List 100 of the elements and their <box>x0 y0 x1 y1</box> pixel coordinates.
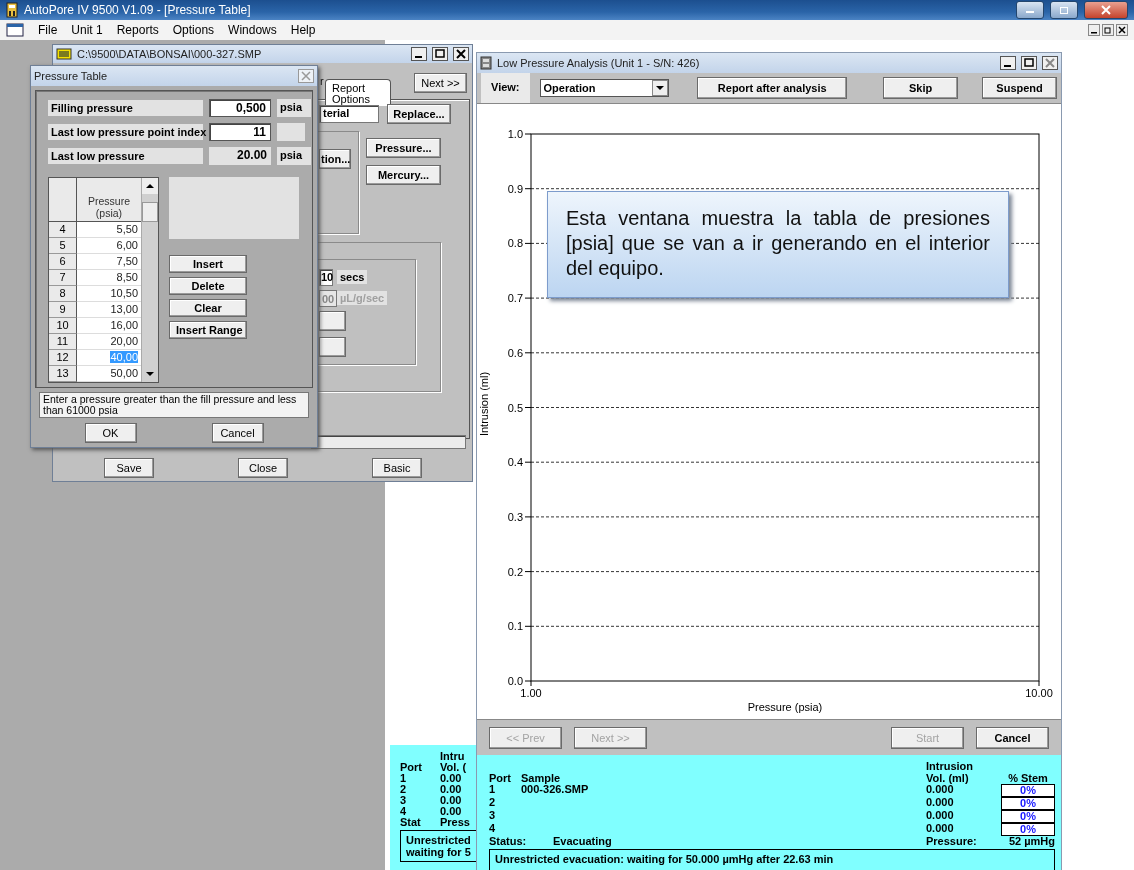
nav-button[interactable]: Cancel <box>976 726 1049 749</box>
tick-label: 0.9 <box>507 182 523 195</box>
port-number: 3 <box>400 795 408 806</box>
restore-button[interactable] <box>1102 24 1114 36</box>
column-header: Vol. ( <box>440 762 468 773</box>
sample-name: 000-326.SMP <box>521 784 590 797</box>
volume-value: 0.00 <box>440 773 463 784</box>
close-button[interactable] <box>1042 56 1058 70</box>
row-number: 12 <box>49 350 77 366</box>
report-options-tab[interactable]: Report Options <box>325 79 391 106</box>
close-icon <box>1101 5 1111 15</box>
row-number: 13 <box>49 366 77 382</box>
stem-field: 0% <box>1001 823 1055 836</box>
text-field[interactable] <box>311 435 466 449</box>
close-button[interactable] <box>1116 24 1128 36</box>
mercury-button[interactable]: Mercury... <box>366 165 441 185</box>
value-field[interactable]: 0,500 <box>209 99 271 117</box>
close-button[interactable] <box>453 47 469 61</box>
menu-item[interactable]: Help <box>290 23 316 37</box>
port-number: 4 <box>489 823 497 836</box>
column-header: Intrusion Vol. (ml) <box>926 761 975 784</box>
replace-button[interactable]: Replace... <box>387 104 451 124</box>
volume-value: 0.000 <box>926 797 955 810</box>
axis-title: Intrusion (ml) <box>478 371 490 437</box>
minimize-button[interactable] <box>1088 24 1100 36</box>
volume-value: 0.00 <box>440 784 463 795</box>
scrollbar[interactable] <box>141 178 158 382</box>
minimize-button[interactable] <box>1000 56 1016 70</box>
unit-label: psia <box>277 147 311 165</box>
column-header: Port <box>400 762 423 773</box>
port-number: 4 <box>400 806 408 817</box>
axis-title: Pressure (psia) <box>747 701 823 713</box>
menu-item[interactable]: Reports <box>116 23 159 37</box>
menu-item[interactable]: File <box>38 23 58 37</box>
tick-label: 1.00 <box>520 687 542 699</box>
scroll-up-icon[interactable] <box>142 178 158 194</box>
row-number: 8 <box>49 286 77 302</box>
action-button[interactable]: Delete <box>169 277 247 295</box>
window-button[interactable]: Save <box>104 458 154 478</box>
toolbar-button[interactable]: Skip <box>883 77 959 99</box>
menu-item[interactable]: Options <box>172 23 215 37</box>
scroll-thumb[interactable] <box>142 202 158 222</box>
row-number: 11 <box>49 334 77 350</box>
tick-label: 0.3 <box>507 510 523 523</box>
action-button[interactable]: Insert <box>169 255 247 273</box>
volume-value: 0.000 <box>926 784 954 797</box>
row-number: 5 <box>49 238 77 254</box>
close-button[interactable] <box>1084 1 1128 19</box>
restore-button[interactable] <box>1050 1 1078 19</box>
time-field[interactable]: 10 <box>319 269 333 286</box>
column-header: Port <box>489 772 512 784</box>
volume-value: 0.00 <box>440 806 463 817</box>
unit-label: secs <box>337 270 368 284</box>
material-field[interactable]: terial <box>319 105 379 123</box>
value-field[interactable]: 11 <box>209 123 271 141</box>
tick-label: 0.2 <box>507 565 523 578</box>
pressure-label: Press <box>440 817 471 828</box>
minimize-button[interactable] <box>1016 1 1044 19</box>
unit-label: µL/g/sec <box>337 291 388 305</box>
document-icon <box>6 23 24 37</box>
view-label: View: <box>481 73 530 103</box>
action-button[interactable]: Insert Range <box>169 321 247 339</box>
menu-item[interactable]: Windows <box>228 23 277 37</box>
app-title: AutoPore IV 9500 V1.09 - [Pressure Table] <box>24 3 251 17</box>
restore-icon <box>1059 6 1069 14</box>
tick-label: 0.7 <box>507 292 523 305</box>
minimize-button[interactable] <box>411 47 427 61</box>
tick-label: 0.1 <box>507 620 523 633</box>
row-number: 6 <box>49 254 77 270</box>
pressure-button[interactable]: Pressure... <box>366 138 441 158</box>
view-dropdown[interactable]: Operation <box>539 79 670 97</box>
stem-field: 0% <box>1001 810 1055 823</box>
dialog-button[interactable]: OK <box>84 423 137 443</box>
unit-box <box>277 123 305 141</box>
tick-label: 0.0 <box>507 675 523 687</box>
tab-label[interactable]: r <box>320 75 324 87</box>
status-label: Stat <box>400 817 422 828</box>
volume-value: 0.000 <box>926 823 955 836</box>
maximize-button[interactable] <box>432 47 448 61</box>
next-button[interactable]: Next >> <box>414 73 467 93</box>
window-button[interactable]: Close <box>238 458 288 478</box>
method-button[interactable]: tion... <box>319 149 351 169</box>
window-title: Low Pressure Analysis (Unit 1 - S/N: 426) <box>497 57 700 69</box>
volume-value: 0.000 <box>926 810 955 823</box>
toolbar-button[interactable]: Report after analysis <box>697 77 848 99</box>
dialog-button[interactable]: Cancel <box>211 423 264 443</box>
toolbar-button[interactable]: Suspend <box>982 77 1057 99</box>
window-button[interactable]: Basic <box>372 458 422 478</box>
menu-item[interactable]: Unit 1 <box>71 23 103 37</box>
tick-label: 0.8 <box>507 237 523 250</box>
pressure-value: 52 µmHg <box>1007 836 1055 848</box>
tick-label: 0.5 <box>507 401 523 414</box>
action-button[interactable]: Clear <box>169 299 247 317</box>
window-icon <box>480 56 492 70</box>
column-header: Pressure (psia) <box>77 178 141 222</box>
field-label: Filling pressure <box>48 100 203 116</box>
maximize-button[interactable] <box>1021 56 1037 70</box>
column-header: Sample <box>521 772 562 784</box>
row-number: 7 <box>49 270 77 286</box>
port-number: 2 <box>489 797 497 810</box>
